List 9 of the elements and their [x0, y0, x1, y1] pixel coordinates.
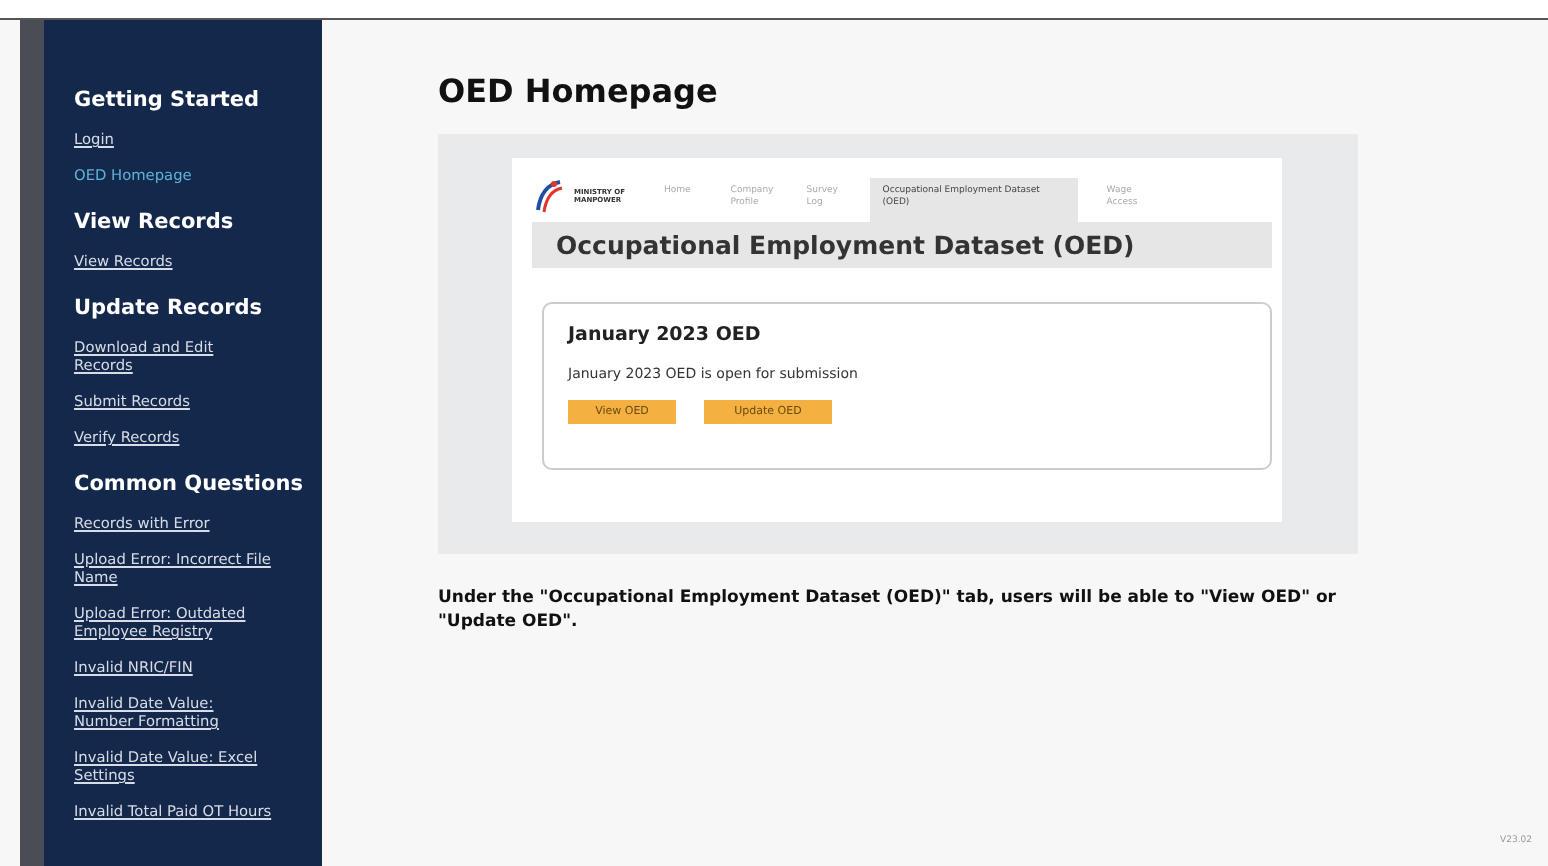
section-heading: Getting Started — [74, 88, 262, 112]
section-heading: Common Questions — [74, 472, 305, 496]
section-heading: View Records — [74, 210, 236, 234]
card-title: January 2023 OED — [568, 324, 763, 346]
caption-text: Under the "Occupational Employment Dataset (OED)" tab, users will be able to "View OED" or "Update OED". — [438, 586, 1338, 634]
section-banner: Occupational Employment Dataset (OED) — [532, 222, 1272, 268]
logo-icon — [532, 178, 568, 214]
section-heading: Update Records — [74, 296, 265, 320]
page-title: OED Homepage — [438, 72, 720, 110]
